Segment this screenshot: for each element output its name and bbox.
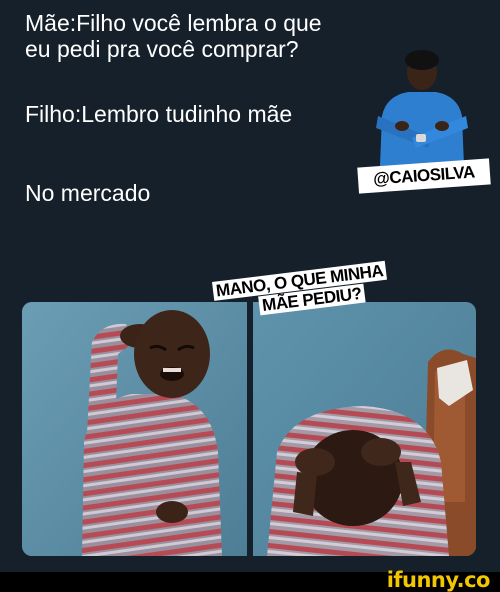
avatar-photo bbox=[376, 50, 468, 166]
tweet-line-4: No mercado bbox=[25, 180, 151, 206]
footer-bar: ifunny.co bbox=[0, 568, 500, 592]
photo-boy-head-down bbox=[253, 302, 476, 556]
photo-boy-crying bbox=[22, 302, 247, 556]
tweet-line-2: eu pedi pra você comprar? bbox=[25, 36, 299, 62]
tweet-line-1: Mãe:Filho você lembra o que bbox=[25, 10, 322, 36]
ifunny-logo[interactable]: ifunny.co bbox=[387, 568, 491, 592]
tweet-line-3: Filho:Lembro tudinho mãe bbox=[25, 101, 293, 127]
meme-image: Mãe:Filho você lembra o que eu pedi pra … bbox=[0, 0, 500, 572]
